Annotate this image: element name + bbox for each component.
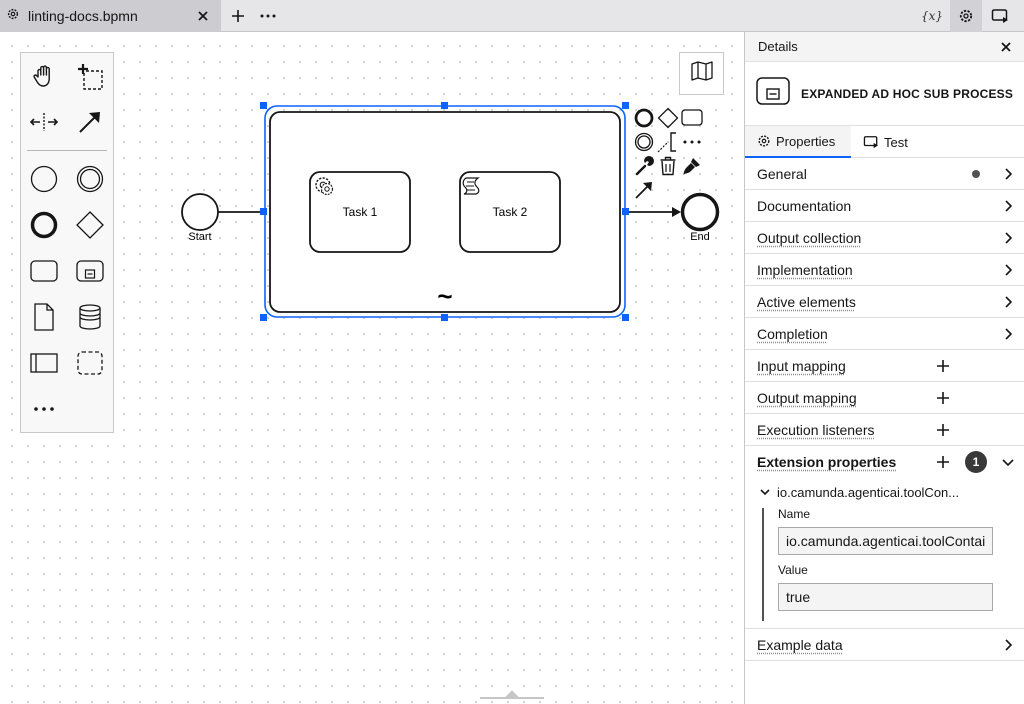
element-info: EXPANDED AD HOC SUB PROCESS bbox=[745, 62, 1024, 126]
group-implementation[interactable]: Implementation bbox=[745, 254, 1024, 286]
group-execution-listeners-label: Execution listeners bbox=[757, 421, 875, 438]
group-output-collection-label: Output collection bbox=[757, 229, 862, 246]
group-implementation-label: Implementation bbox=[757, 261, 853, 278]
chevron-right-icon[interactable] bbox=[1000, 166, 1016, 182]
extension-item-title: io.camunda.agenticai.toolCon... bbox=[777, 484, 960, 500]
more-options-icon[interactable] bbox=[681, 131, 703, 153]
group-example-data[interactable]: Example data bbox=[745, 629, 1024, 661]
group-completion-label: Completion bbox=[757, 325, 828, 342]
append-task-icon[interactable] bbox=[681, 107, 703, 129]
extension-properties-body: io.camunda.agenticai.toolCon... Name Val… bbox=[745, 478, 1024, 629]
tab-test-label: Test bbox=[884, 134, 908, 150]
panel-tabs: Properties Test bbox=[745, 126, 1024, 158]
append-end-event-icon[interactable] bbox=[633, 107, 655, 129]
count-badge: 1 bbox=[965, 451, 987, 473]
group-general[interactable]: General bbox=[745, 158, 1024, 190]
value-field[interactable] bbox=[778, 583, 993, 611]
start-event[interactable] bbox=[181, 193, 219, 231]
group-extension-properties-label: Extension properties bbox=[757, 454, 897, 470]
group-output-collection[interactable]: Output collection bbox=[745, 222, 1024, 254]
trash-icon[interactable] bbox=[657, 155, 679, 177]
panel-title: Details bbox=[758, 39, 798, 54]
group-output-mapping-label: Output mapping bbox=[757, 389, 857, 406]
data-indicator-dot bbox=[972, 170, 980, 178]
close-icon[interactable] bbox=[998, 39, 1014, 55]
add-icon[interactable] bbox=[935, 358, 951, 374]
end-event[interactable] bbox=[680, 192, 720, 232]
gear-icon bbox=[757, 134, 771, 148]
group-completion[interactable]: Completion bbox=[745, 318, 1024, 350]
tab-properties[interactable]: Properties bbox=[745, 126, 851, 158]
add-icon[interactable] bbox=[935, 422, 951, 438]
paintbrush-icon[interactable] bbox=[681, 155, 703, 177]
group-active-elements-label: Active elements bbox=[757, 293, 856, 310]
adhoc-marker: ~ bbox=[437, 281, 452, 311]
value-field-label: Value bbox=[778, 563, 808, 577]
settings-gear-icon[interactable] bbox=[950, 0, 982, 32]
tab-test[interactable]: Test bbox=[851, 126, 920, 158]
chevron-right-icon[interactable] bbox=[1000, 294, 1016, 310]
task-2-label: Task 2 bbox=[493, 205, 528, 219]
group-input-mapping[interactable]: Input mapping bbox=[745, 350, 1024, 382]
name-field[interactable] bbox=[778, 527, 993, 555]
play-screen-icon[interactable] bbox=[988, 4, 1012, 28]
name-field-label: Name bbox=[778, 507, 811, 521]
append-gateway-icon[interactable] bbox=[657, 107, 679, 129]
add-icon[interactable] bbox=[935, 390, 951, 406]
add-icon[interactable] bbox=[935, 454, 951, 470]
end-event-label: End bbox=[690, 231, 710, 243]
append-text-annotation-icon[interactable] bbox=[657, 131, 679, 153]
start-event-label: Start bbox=[188, 231, 211, 243]
group-extension-properties[interactable]: Extension properties 1 bbox=[745, 446, 1024, 478]
chevron-right-icon[interactable] bbox=[1000, 262, 1016, 278]
arrowhead bbox=[672, 207, 681, 217]
append-intermediate-event-icon[interactable] bbox=[633, 131, 655, 153]
play-screen-icon bbox=[863, 135, 879, 149]
group-example-data-label: Example data bbox=[757, 636, 843, 653]
group-output-mapping[interactable]: Output mapping bbox=[745, 382, 1024, 414]
bpmn-diagram: Start End ~ Task 1 Task 2 bbox=[181, 102, 720, 699]
task-1-label: Task 1 bbox=[343, 205, 378, 219]
chevron-right-icon[interactable] bbox=[1000, 198, 1016, 214]
panel-header: Details bbox=[745, 32, 1024, 62]
item-indent-line bbox=[762, 508, 764, 621]
properties-panel: Details EXPANDED AD HOC SUB PROCESS Prop… bbox=[744, 32, 1024, 704]
variables-button[interactable]: {x} bbox=[920, 4, 944, 28]
tab-properties-label: Properties bbox=[776, 133, 836, 149]
element-type-label: EXPANDED AD HOC SUB PROCESS bbox=[801, 86, 1014, 101]
chevron-down-icon[interactable] bbox=[757, 484, 773, 500]
wrench-icon[interactable] bbox=[633, 155, 655, 177]
chevron-right-icon[interactable] bbox=[1000, 637, 1016, 653]
group-execution-listeners[interactable]: Execution listeners bbox=[745, 414, 1024, 446]
subprocess-type-icon bbox=[756, 77, 790, 110]
group-input-mapping-label: Input mapping bbox=[757, 357, 846, 374]
chevron-right-icon[interactable] bbox=[1000, 326, 1016, 342]
connect-arrow-icon[interactable] bbox=[633, 179, 655, 201]
group-active-elements[interactable]: Active elements bbox=[745, 286, 1024, 318]
group-documentation[interactable]: Documentation bbox=[745, 190, 1024, 222]
extension-item-header[interactable]: io.camunda.agenticai.toolCon... bbox=[757, 484, 959, 500]
chevron-down-icon[interactable] bbox=[1000, 454, 1016, 470]
chevron-right-icon[interactable] bbox=[1000, 230, 1016, 246]
group-documentation-label: Documentation bbox=[757, 197, 852, 214]
group-general-label: General bbox=[757, 165, 807, 182]
